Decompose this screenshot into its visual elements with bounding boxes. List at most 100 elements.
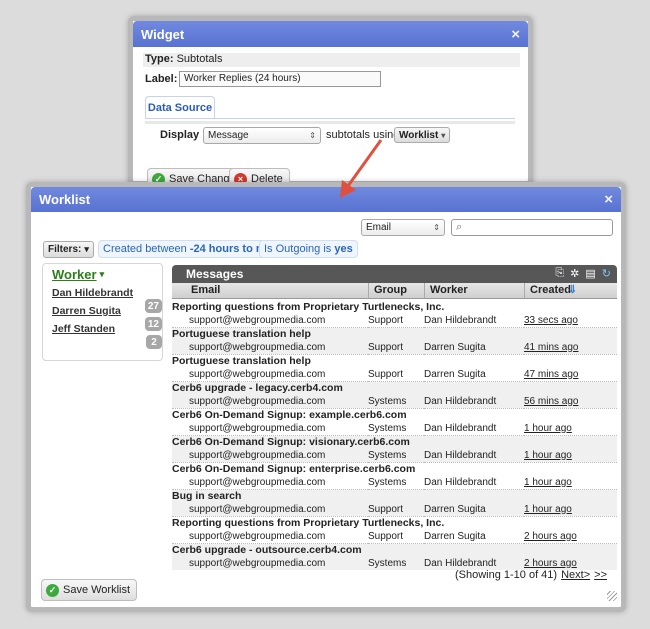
filter-outgoing-prefix: Is Outgoing is (264, 243, 332, 255)
column-divider (524, 283, 525, 298)
message-group: Support (368, 367, 424, 382)
message-subject-row[interactable]: Cerb6 On-Demand Signup: example.cerb6.co… (172, 408, 617, 422)
close-icon[interactable]: × (604, 191, 613, 208)
tab-data-source[interactable]: Data Source (145, 96, 215, 119)
save-worklist-button[interactable]: ✓ Save Worklist (41, 579, 138, 601)
message-created: 2 hours ago (524, 529, 617, 544)
message-group: Systems (368, 421, 424, 436)
message-subject-row[interactable]: Cerb6 On-Demand Signup: visionary.cerb6.… (172, 435, 617, 449)
column-worker[interactable]: Worker (430, 284, 468, 296)
message-group: Support (368, 529, 424, 544)
filters-button[interactable]: Filters: ▾ (43, 241, 94, 258)
worker-subtotal-item[interactable]: Darren Sugita 12 (52, 305, 162, 331)
message-subject[interactable]: Cerb6 On-Demand Signup: enterprise.cerb6… (172, 462, 617, 476)
column-header-row: Email Group Worker Created ⇓ (172, 283, 617, 299)
worklist-dropdown-value: Worklist (399, 129, 439, 141)
message-subject-row[interactable]: Reporting questions from Proprietary Tur… (172, 516, 617, 530)
chevron-down-icon: ▾ (84, 244, 89, 254)
sort-desc-icon[interactable]: ⇓ (568, 283, 577, 296)
pagination: (Showing 1-10 of 41) Next> >> (455, 569, 607, 581)
worklist-title-bar[interactable]: Worklist × (31, 187, 621, 212)
message-worker: Darren Sugita (424, 529, 524, 544)
message-email: support@webgroupmedia.com (172, 502, 368, 517)
message-created: 1 hour ago (524, 421, 617, 436)
column-created[interactable]: Created (530, 284, 571, 296)
message-worker: Dan Hildebrandt (424, 556, 524, 570)
message-subject[interactable]: Cerb6 upgrade - outsource.cerb4.com (172, 543, 617, 557)
pagination-text: (Showing 1-10 of 41) (454, 569, 558, 581)
message-group: Systems (368, 556, 424, 570)
message-created: 56 mins ago (524, 394, 617, 409)
columns-icon[interactable]: ▤ (585, 267, 595, 280)
next-page-link[interactable]: Next> (561, 569, 590, 581)
message-created: 41 mins ago (524, 340, 617, 355)
check-icon: ✓ (46, 583, 59, 597)
message-subject-row[interactable]: Reporting questions from Proprietary Tur… (172, 300, 617, 314)
display-select[interactable]: Message ⇕ (203, 127, 321, 144)
message-subject[interactable]: Cerb6 upgrade - legacy.cerb4.com (172, 381, 617, 395)
worker-subtotal-header[interactable]: Worker ▾ (52, 267, 104, 282)
message-group: Systems (368, 394, 424, 409)
message-group: Support (368, 313, 424, 328)
last-page-link[interactable]: >> (594, 569, 607, 581)
message-detail-row: support@webgroupmedia.com Support Dan Hild… (172, 313, 617, 328)
message-subject-row[interactable]: Bug in search (172, 489, 617, 503)
worklist-dropdown[interactable]: Worklist ▾ (394, 127, 451, 143)
message-email: support@webgroupmedia.com (172, 556, 368, 570)
message-subject-row[interactable]: Cerb6 upgrade - outsource.cerb4.com (172, 543, 617, 557)
message-detail-row: support@webgroupmedia.com Systems Dan Hild… (172, 448, 617, 463)
label-input[interactable]: Worker Replies (24 hours) (179, 71, 381, 87)
message-subject[interactable]: Cerb6 On-Demand Signup: example.cerb6.co… (172, 408, 617, 422)
message-created: 33 secs ago (524, 313, 617, 328)
search-icon: ⌕ (456, 221, 463, 233)
filter-outgoing[interactable]: Is Outgoing is yes (259, 240, 358, 258)
worker-subtotal-item[interactable]: Jeff Standen 2 (52, 323, 162, 349)
filter-created[interactable]: Created between -24 hours to now (98, 240, 283, 258)
message-created: 1 hour ago (524, 502, 617, 517)
export-icon[interactable]: ⎘ (555, 267, 564, 280)
message-subject[interactable]: Cerb6 On-Demand Signup: visionary.cerb6.… (172, 435, 617, 449)
message-worker: Dan Hildebrandt (424, 448, 524, 463)
message-detail-row: support@webgroupmedia.com Support Darren S… (172, 529, 617, 544)
label-label: Label: (145, 73, 178, 85)
message-subject[interactable]: Portuguese translation help (172, 354, 617, 368)
chevron-down-icon: ▾ (99, 269, 105, 279)
message-subject[interactable]: Reporting questions from Proprietary Tur… (172, 300, 617, 314)
column-email[interactable]: Email (191, 284, 220, 296)
resize-grip-icon[interactable] (607, 591, 617, 601)
gear-icon[interactable]: ✲ (570, 267, 579, 280)
message-subject[interactable]: Portuguese translation help (172, 327, 617, 341)
subtotals-text: subtotals using (326, 129, 400, 141)
search-input[interactable]: ⌕ (451, 219, 613, 236)
worker-subtotal-item[interactable]: Dan Hildebrandt 27 (52, 287, 162, 313)
close-icon[interactable]: × (511, 26, 520, 43)
message-subject-row[interactable]: Cerb6 upgrade - legacy.cerb4.com (172, 381, 617, 395)
message-subject-row[interactable]: Cerb6 On-Demand Signup: enterprise.cerb6… (172, 462, 617, 476)
widget-title-bar[interactable]: Widget × (133, 21, 528, 47)
save-worklist-label: Save Worklist (63, 584, 131, 596)
message-subject-row[interactable]: Portuguese translation help (172, 354, 617, 368)
message-email: support@webgroupmedia.com (172, 475, 368, 490)
message-subject-row[interactable]: Portuguese translation help (172, 327, 617, 341)
message-detail-row: support@webgroupmedia.com Support Darren S… (172, 502, 617, 517)
filters-label: Filters: (48, 244, 82, 255)
display-label: Display (160, 129, 200, 141)
message-detail-row: support@webgroupmedia.com Systems Dan Hild… (172, 421, 617, 436)
message-subject[interactable]: Bug in search (172, 489, 617, 503)
message-detail-row: support@webgroupmedia.com Support Darren S… (172, 340, 617, 355)
messages-table: Reporting questions from Proprietary Tur… (172, 300, 617, 570)
tab-panel: Display Message ⇕ subtotals using Workli… (145, 118, 515, 152)
message-group: Support (368, 340, 424, 355)
filter-outgoing-value: yes (334, 243, 353, 255)
message-group: Support (368, 502, 424, 517)
search-field-select[interactable]: Email ⇕ (361, 219, 445, 236)
column-group[interactable]: Group (374, 284, 407, 296)
type-value: Subtotals (176, 53, 223, 65)
display-select-value: Message (208, 130, 249, 141)
widget-dialog: Widget × Type: Subtotals Label: Worker R… (128, 16, 533, 211)
message-worker: Darren Sugita (424, 502, 524, 517)
message-subject[interactable]: Reporting questions from Proprietary Tur… (172, 516, 617, 530)
messages-header: Messages ⎘ ✲ ▤ ↻ (172, 265, 617, 283)
message-created: 47 mins ago (524, 367, 617, 382)
refresh-icon[interactable]: ↻ (602, 267, 611, 280)
